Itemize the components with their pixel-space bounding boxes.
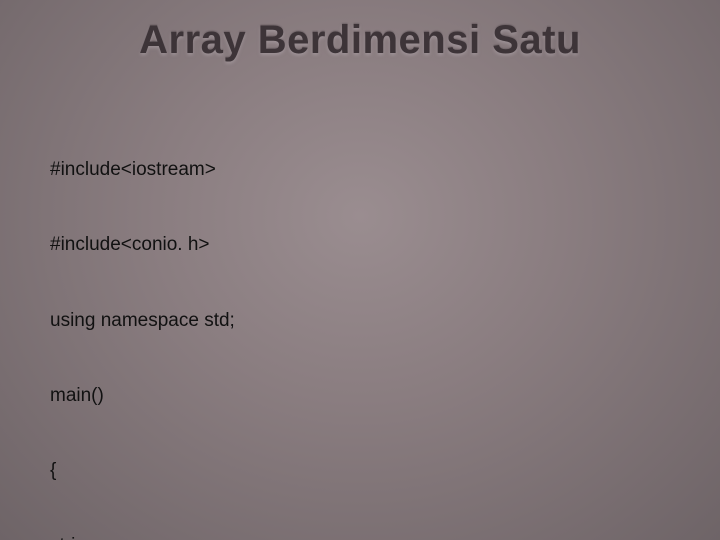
code-line: { <box>50 458 670 483</box>
code-line: main() <box>50 383 670 408</box>
slide: Array Berdimensi Satu #include<iostream>… <box>0 0 720 540</box>
code-block: #include<iostream> #include<conio. h> us… <box>50 107 670 540</box>
code-line: string <box>50 533 670 540</box>
code-line: using namespace std; <box>50 308 670 333</box>
slide-title: Array Berdimensi Satu <box>50 18 670 63</box>
code-line: #include<conio. h> <box>50 232 670 257</box>
code-line: #include<iostream> <box>50 157 670 182</box>
